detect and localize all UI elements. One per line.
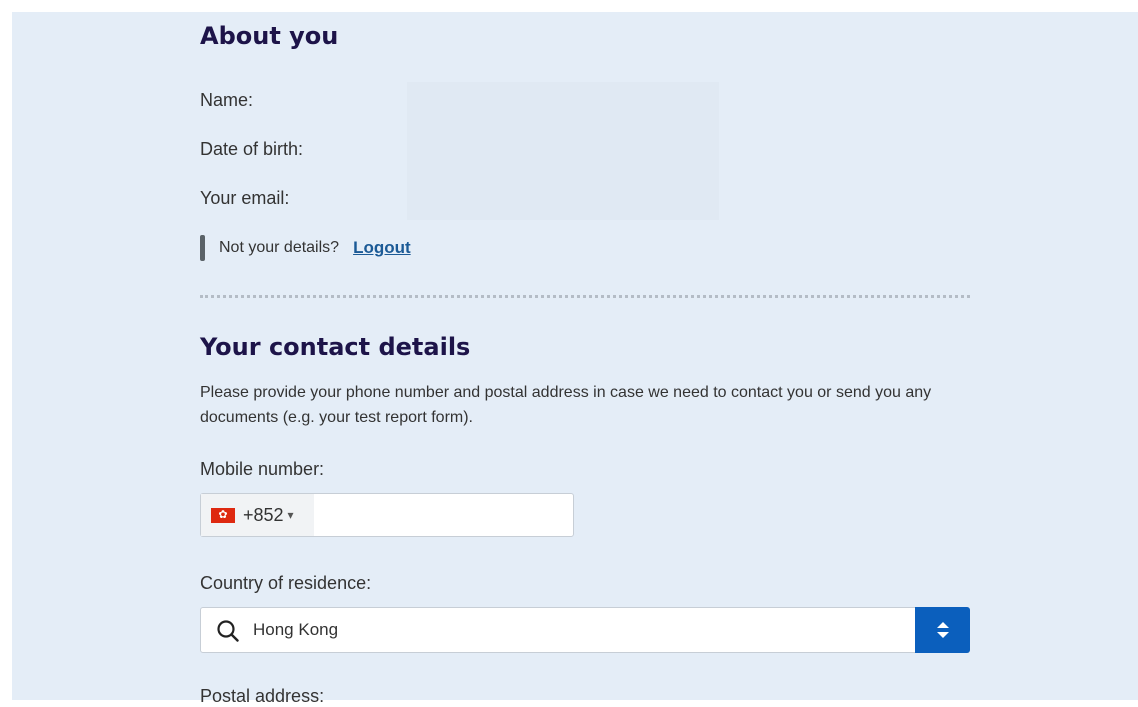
not-your-details-note: Not your details? Logout	[200, 235, 411, 261]
hong-kong-flag-icon: ✿	[211, 507, 235, 523]
country-of-residence-label: Country of residence:	[200, 573, 372, 593]
caret-down-icon: ▾	[287, 508, 294, 522]
contact-intro-text: Please provide your phone number and pos…	[200, 384, 932, 426]
not-your-details-text: Not your details?	[219, 239, 340, 256]
contact-details-heading: Your contact details	[200, 333, 471, 361]
form-panel: About you Name: Date of birth: Your emai…	[12, 12, 1138, 706]
about-you-heading: About you	[200, 22, 339, 50]
postal-address-label: Postal address:	[200, 686, 325, 706]
note-bar	[200, 235, 205, 261]
mobile-number-label: Mobile number:	[200, 459, 325, 479]
mobile-number-input[interactable]	[321, 494, 575, 538]
country-code-picker[interactable]: ✿ +852 ▾	[201, 494, 314, 536]
email-label: Your email:	[200, 188, 290, 208]
country-of-residence-select[interactable]: Hong Kong	[200, 607, 970, 653]
name-label: Name:	[200, 90, 254, 110]
up-down-chevron-icon[interactable]	[915, 607, 970, 653]
section-divider	[200, 295, 970, 298]
mobile-number-field: ✿ +852 ▾	[200, 493, 575, 538]
redacted-details-area	[407, 82, 719, 220]
country-value: Hong Kong	[253, 620, 339, 639]
logout-link[interactable]: Logout	[353, 238, 411, 258]
date-of-birth-label: Date of birth:	[200, 139, 304, 159]
search-icon	[217, 620, 239, 642]
dial-code: +852	[243, 504, 284, 525]
